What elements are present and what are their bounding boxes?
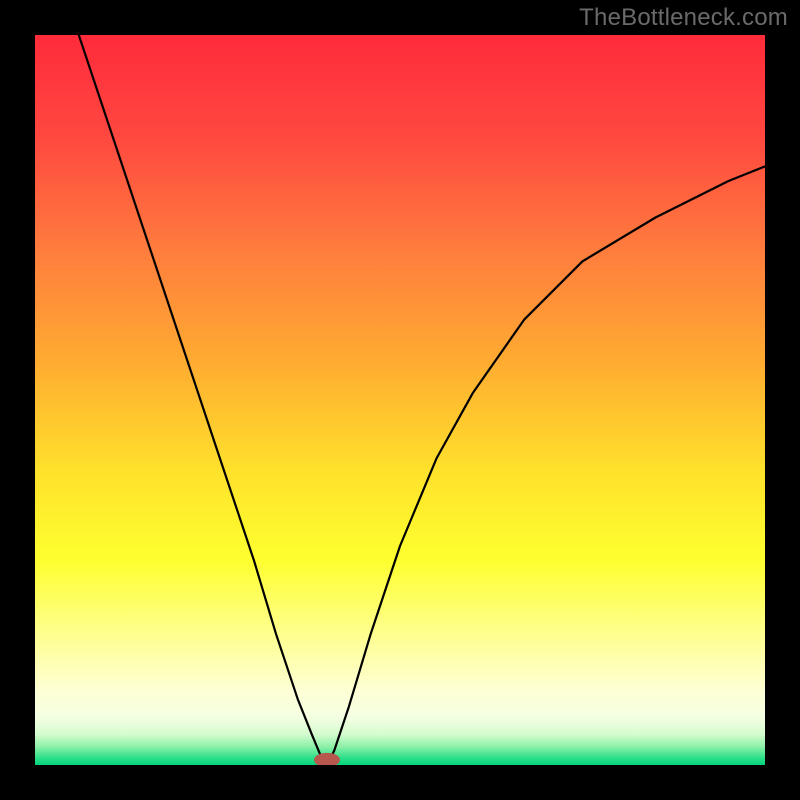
curve-left-branch [79, 35, 325, 761]
curve-right-branch [329, 166, 765, 761]
bottleneck-curve [35, 35, 765, 765]
dip-marker [314, 753, 340, 765]
plot-area [35, 35, 765, 765]
chart-frame: TheBottleneck.com [0, 0, 800, 800]
watermark-label: TheBottleneck.com [579, 4, 788, 32]
